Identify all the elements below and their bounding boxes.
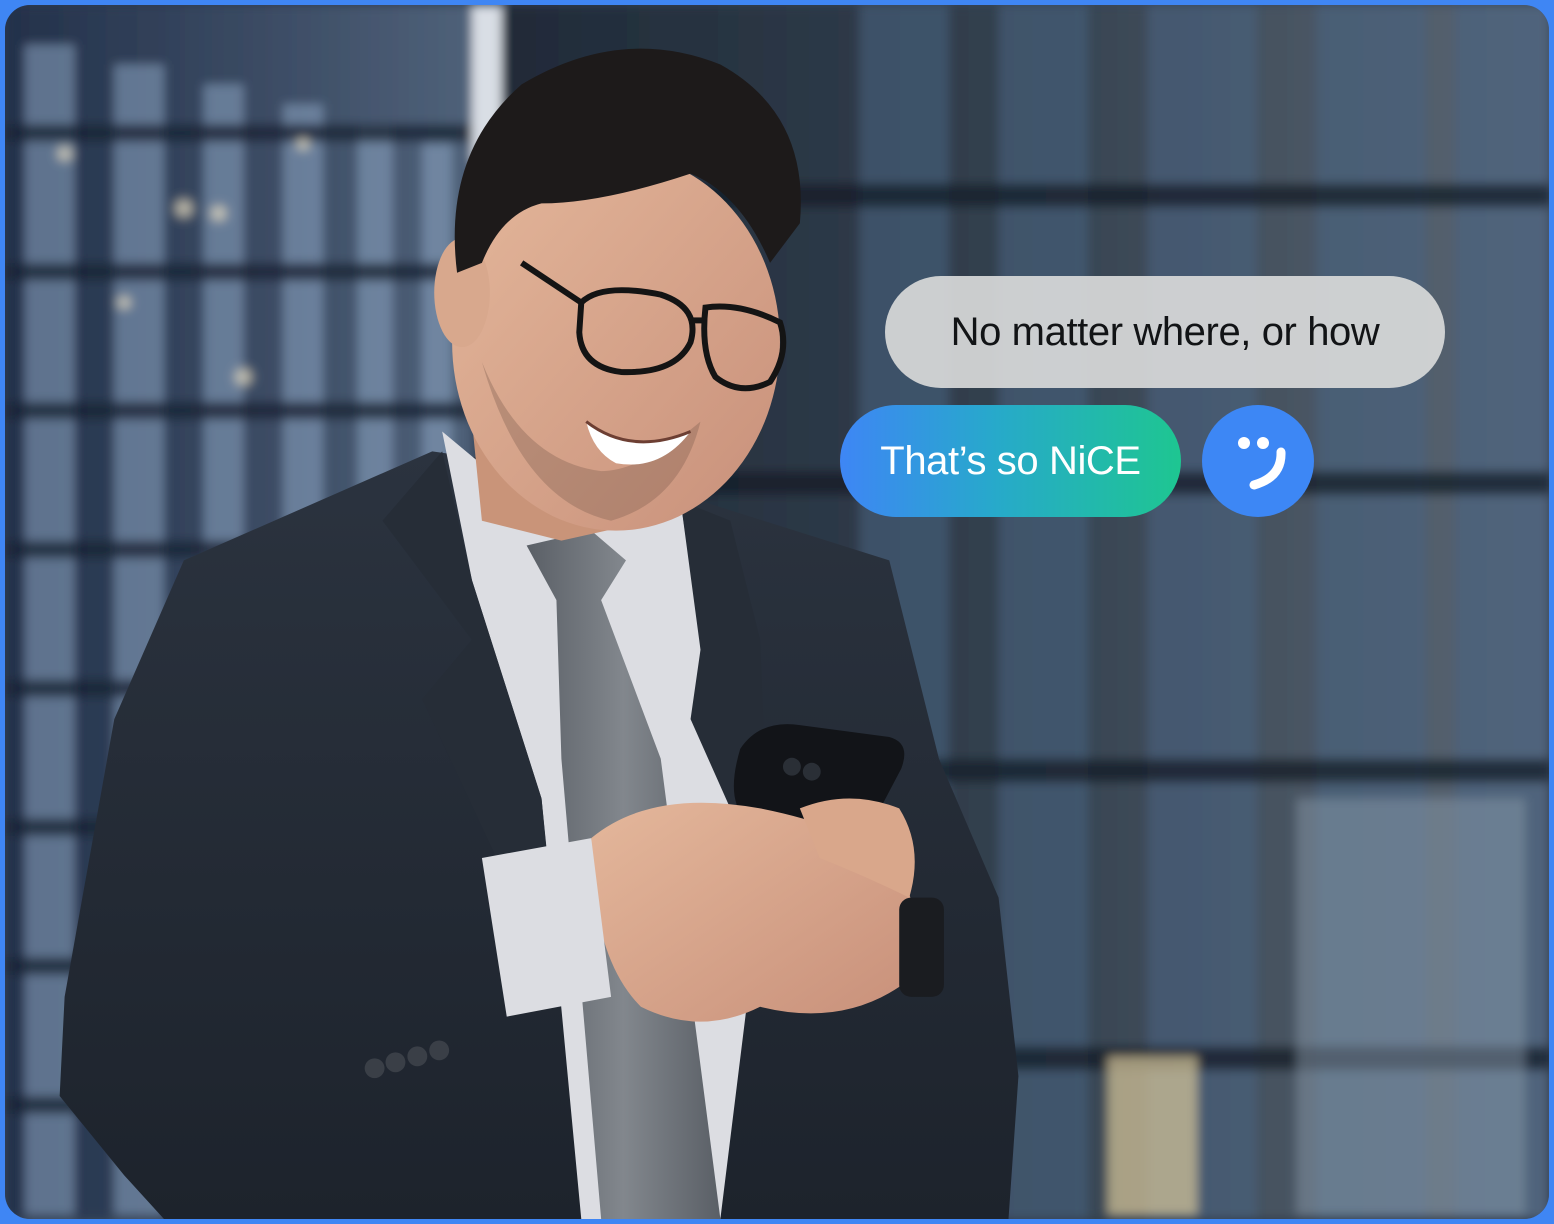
incoming-message-bubble: No matter where, or how [885,276,1445,388]
hero-photo [5,5,1549,1219]
smiley-face-icon [1202,405,1314,517]
hero-frame: No matter where, or how That’s so NiCE [0,0,1554,1224]
outgoing-message-text: That’s so NiCE [880,438,1141,483]
outgoing-message-bubble: That’s so NiCE [840,405,1181,517]
incoming-message-text: No matter where, or how [950,309,1380,354]
